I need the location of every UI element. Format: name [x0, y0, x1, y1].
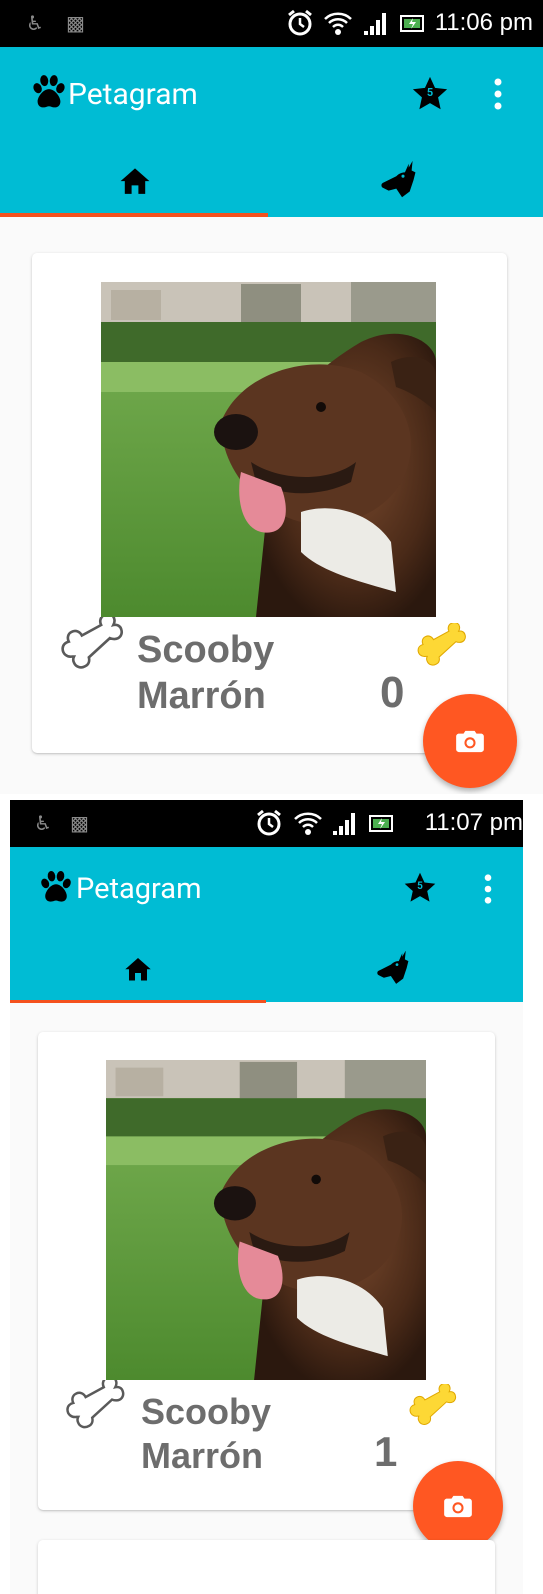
paw-icon [38, 869, 74, 905]
alarm-icon [257, 809, 281, 836]
pet-name-line1: Scooby [137, 629, 275, 671]
white-bone-icon[interactable] [65, 1380, 131, 1434]
favorites-button[interactable]: 5 [403, 871, 437, 905]
tab-home[interactable] [0, 157, 268, 217]
next-pet-card [38, 1540, 495, 1594]
tab-indicator [10, 1000, 266, 1003]
battery-icon [369, 815, 393, 832]
toolbar: Petagram 5 [0, 47, 543, 217]
wifi-icon [294, 812, 322, 835]
dog-icon [380, 161, 426, 201]
android-icon: ▩ [70, 811, 89, 835]
camera-icon [456, 729, 484, 753]
signal-icon [333, 813, 355, 835]
pet-name: Scooby Marrón [137, 627, 274, 719]
pet-name-line2: Marrón [141, 1435, 264, 1476]
yellow-bone-icon [408, 1384, 462, 1432]
battery-icon [400, 15, 424, 32]
yellow-bone-icon [416, 623, 472, 673]
favorites-button[interactable]: 5 [411, 75, 449, 113]
favorites-badge: 5 [417, 881, 423, 892]
pet-name: Scooby Marrón [141, 1390, 271, 1478]
paw-icon [30, 73, 68, 111]
tab-indicator [0, 213, 268, 217]
status-bar: ♿ ▩ 11:06 pm [0, 0, 543, 47]
status-time: 11:07 pm [424, 809, 523, 836]
tab-profile[interactable] [268, 157, 543, 217]
pet-photo [101, 282, 436, 617]
tab-home[interactable] [10, 947, 266, 1002]
toolbar: Petagram 5 [10, 847, 523, 1003]
camera-icon [444, 1494, 472, 1518]
favorites-badge: 5 [426, 86, 434, 99]
screen-2: ♿ ▩ 11:07 pm Petagram 5 Scooby Marrón 1 [10, 800, 523, 1594]
status-bar: ♿ ▩ 11:07 pm [10, 800, 523, 847]
overflow-menu-icon[interactable] [482, 873, 494, 905]
likes-count: 0 [380, 668, 405, 717]
android-icon: ▩ [66, 11, 85, 35]
camera-fab[interactable] [413, 1461, 503, 1551]
usb-icon: ♿ [34, 811, 52, 835]
pet-name-line2: Marrón [137, 675, 266, 717]
home-icon [123, 955, 153, 985]
overflow-menu-icon[interactable] [492, 77, 504, 111]
likes-count: 1 [374, 1428, 398, 1475]
pet-card: Scooby Marrón 1 [38, 1032, 495, 1510]
white-bone-icon[interactable] [60, 617, 130, 675]
pet-photo [106, 1060, 426, 1380]
pet-card: Scooby Marrón 0 [32, 253, 507, 753]
signal-icon [364, 13, 386, 35]
camera-fab[interactable] [423, 694, 517, 788]
app-title: Petagram [68, 77, 198, 112]
usb-icon: ♿ [26, 11, 44, 35]
tab-profile[interactable] [266, 947, 523, 1002]
screen-1: ♿ ▩ 11:06 pm Petagram 5 Scooby Marrón 0 [0, 0, 543, 794]
pet-name-line1: Scooby [141, 1391, 272, 1432]
status-time: 11:06 pm [434, 9, 533, 36]
wifi-icon [324, 12, 352, 35]
alarm-icon [288, 9, 312, 36]
app-title: Petagram [76, 872, 202, 906]
dog-icon [376, 951, 418, 987]
home-icon [118, 165, 152, 199]
